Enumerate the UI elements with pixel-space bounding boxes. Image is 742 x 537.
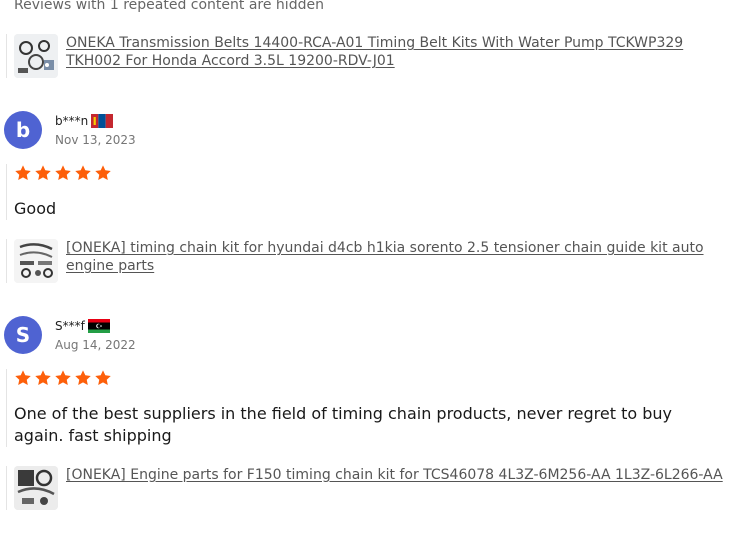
hidden-reviews-note: Reviews with 1 repeated content are hidd… (14, 0, 324, 13)
star-icon (55, 370, 71, 386)
star-icon (95, 370, 111, 386)
reviewer-name-row: b***n (55, 113, 136, 129)
star-icon (75, 370, 91, 386)
star-icon (15, 165, 31, 181)
review-date: Nov 13, 2023 (55, 133, 136, 147)
product-row: [ONEKA] Engine parts for F150 timing cha… (6, 466, 727, 510)
mongolia-flag-icon (91, 114, 114, 128)
reviewer-meta: b***n Nov 13, 2023 (55, 113, 136, 147)
product-link[interactable]: [ONEKA] Engine parts for F150 timing cha… (66, 466, 726, 484)
libya-flag-icon (87, 319, 110, 333)
star-icon (35, 370, 51, 386)
star-rating (14, 369, 732, 387)
reviewer-name: b***n (55, 114, 89, 128)
product-thumbnail[interactable] (14, 34, 58, 78)
star-icon (55, 165, 71, 181)
reviewer-header: S S***f Aug 14, 2022 (4, 316, 136, 354)
star-rating (14, 164, 732, 182)
reviewer-header: b b***n Nov 13, 2023 (4, 111, 136, 149)
review-text: Good (14, 199, 57, 218)
product-thumbnail[interactable] (14, 239, 58, 283)
avatar: S (4, 316, 42, 354)
product-row: [ONEKA] timing chain kit for hyundai d4c… (6, 239, 727, 283)
product-thumbnail[interactable] (14, 466, 58, 510)
review-body: One of the best suppliers in the field o… (6, 369, 732, 447)
star-icon (75, 165, 91, 181)
reviews-page: Reviews with 1 repeated content are hidd… (0, 0, 742, 537)
review-text: One of the best suppliers in the field o… (14, 404, 672, 445)
product-link[interactable]: ONEKA Transmission Belts 14400-RCA-A01 T… (66, 34, 726, 70)
avatar: b (4, 111, 42, 149)
reviewer-name-row: S***f (55, 318, 136, 334)
reviewer-meta: S***f Aug 14, 2022 (55, 318, 136, 352)
review-date: Aug 14, 2022 (55, 338, 136, 352)
star-icon (35, 165, 51, 181)
product-link[interactable]: [ONEKA] timing chain kit for hyundai d4c… (66, 239, 726, 275)
star-icon (95, 165, 111, 181)
review-body: Good (6, 164, 732, 220)
star-icon (15, 370, 31, 386)
reviewer-name: S***f (55, 319, 85, 333)
product-row: ONEKA Transmission Belts 14400-RCA-A01 T… (6, 34, 727, 78)
